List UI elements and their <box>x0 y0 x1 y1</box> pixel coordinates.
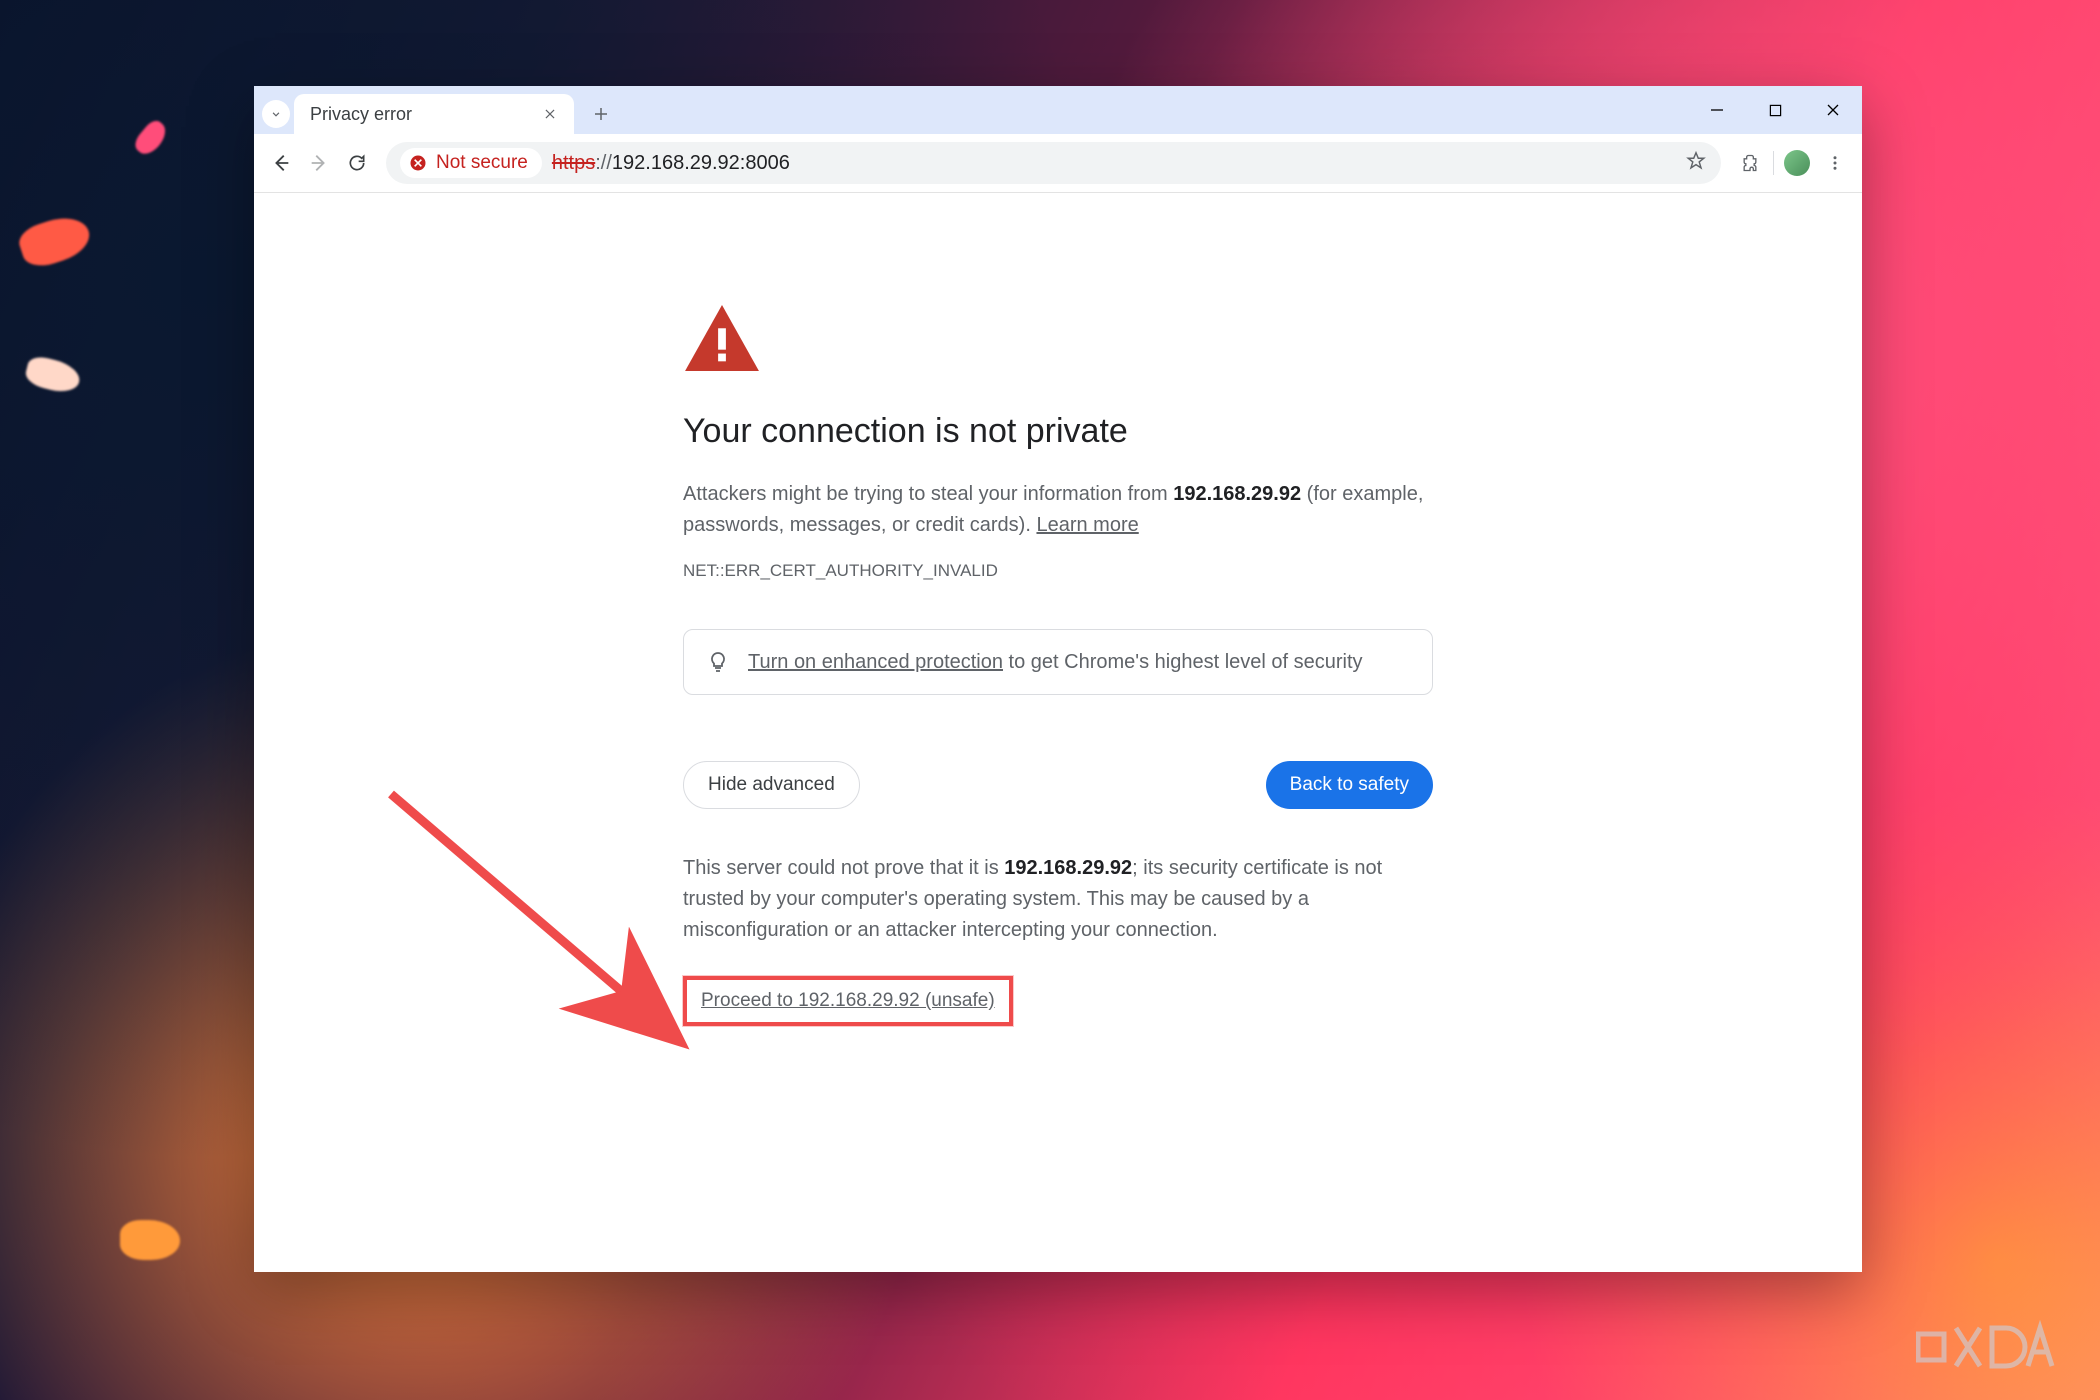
tip-text: Turn on enhanced protection to get Chrom… <box>748 651 1363 674</box>
menu-button[interactable] <box>1816 144 1854 182</box>
advanced-explanation: This server could not prove that it is 1… <box>683 853 1433 946</box>
plus-icon <box>592 105 610 123</box>
kebab-icon <box>1826 154 1844 172</box>
not-secure-icon <box>408 153 428 173</box>
browser-tab[interactable]: Privacy error <box>294 94 574 134</box>
close-icon <box>543 107 557 121</box>
back-to-safety-button[interactable]: Back to safety <box>1266 761 1433 809</box>
reload-icon <box>347 153 367 173</box>
tab-title: Privacy error <box>310 104 412 125</box>
maximize-icon <box>1769 104 1782 117</box>
button-row: Hide advanced Back to safety <box>683 761 1433 809</box>
warning-text: Attackers might be trying to steal your … <box>683 479 1433 541</box>
close-window-button[interactable] <box>1804 86 1862 134</box>
arrow-left-icon <box>270 152 292 174</box>
page-content: Your connection is not private Attackers… <box>254 193 1862 1026</box>
learn-more-link[interactable]: Learn more <box>1036 514 1138 536</box>
enhanced-protection-tip: Turn on enhanced protection to get Chrom… <box>683 629 1433 695</box>
new-tab-button[interactable] <box>584 97 618 131</box>
page-heading: Your connection is not private <box>683 412 1433 451</box>
forward-button[interactable] <box>300 144 338 182</box>
chevron-down-icon <box>269 107 283 121</box>
url-text: https://192.168.29.92:8006 <box>552 152 790 175</box>
minimize-button[interactable] <box>1688 86 1746 134</box>
security-label: Not secure <box>436 152 528 174</box>
profile-button[interactable] <box>1778 144 1816 182</box>
minimize-icon <box>1710 103 1724 117</box>
tab-close-button[interactable] <box>540 104 560 124</box>
avatar-icon <box>1784 150 1810 176</box>
watermark <box>1916 1320 2076 1386</box>
bookmark-button[interactable] <box>1685 150 1707 177</box>
toolbar-divider <box>1773 151 1774 175</box>
error-code: NET::ERR_CERT_AUTHORITY_INVALID <box>683 561 1433 581</box>
warning-icon <box>683 303 1433 378</box>
star-icon <box>1685 150 1707 172</box>
window-controls <box>1688 86 1862 134</box>
lightbulb-icon <box>706 650 730 674</box>
toolbar: Not secure https://192.168.29.92:8006 <box>254 134 1862 193</box>
title-bar: Privacy error <box>254 86 1862 134</box>
extensions-button[interactable] <box>1731 144 1769 182</box>
tab-search-button[interactable] <box>262 100 290 128</box>
close-icon <box>1826 103 1840 117</box>
reload-button[interactable] <box>338 144 376 182</box>
browser-window: Privacy error <box>254 86 1862 1272</box>
security-chip[interactable]: Not secure <box>400 148 542 178</box>
hide-advanced-button[interactable]: Hide advanced <box>683 761 860 809</box>
maximize-button[interactable] <box>1746 86 1804 134</box>
extension-icon <box>1740 153 1760 173</box>
arrow-right-icon <box>308 152 330 174</box>
address-bar[interactable]: Not secure https://192.168.29.92:8006 <box>386 142 1721 184</box>
desktop-wallpaper: Privacy error <box>0 0 2100 1400</box>
proceed-unsafe-link[interactable]: Proceed to 192.168.29.92 (unsafe) <box>701 990 995 1012</box>
annotation-highlight: Proceed to 192.168.29.92 (unsafe) <box>683 976 1013 1026</box>
enhanced-protection-link[interactable]: Turn on enhanced protection <box>748 651 1003 673</box>
back-button[interactable] <box>262 144 300 182</box>
